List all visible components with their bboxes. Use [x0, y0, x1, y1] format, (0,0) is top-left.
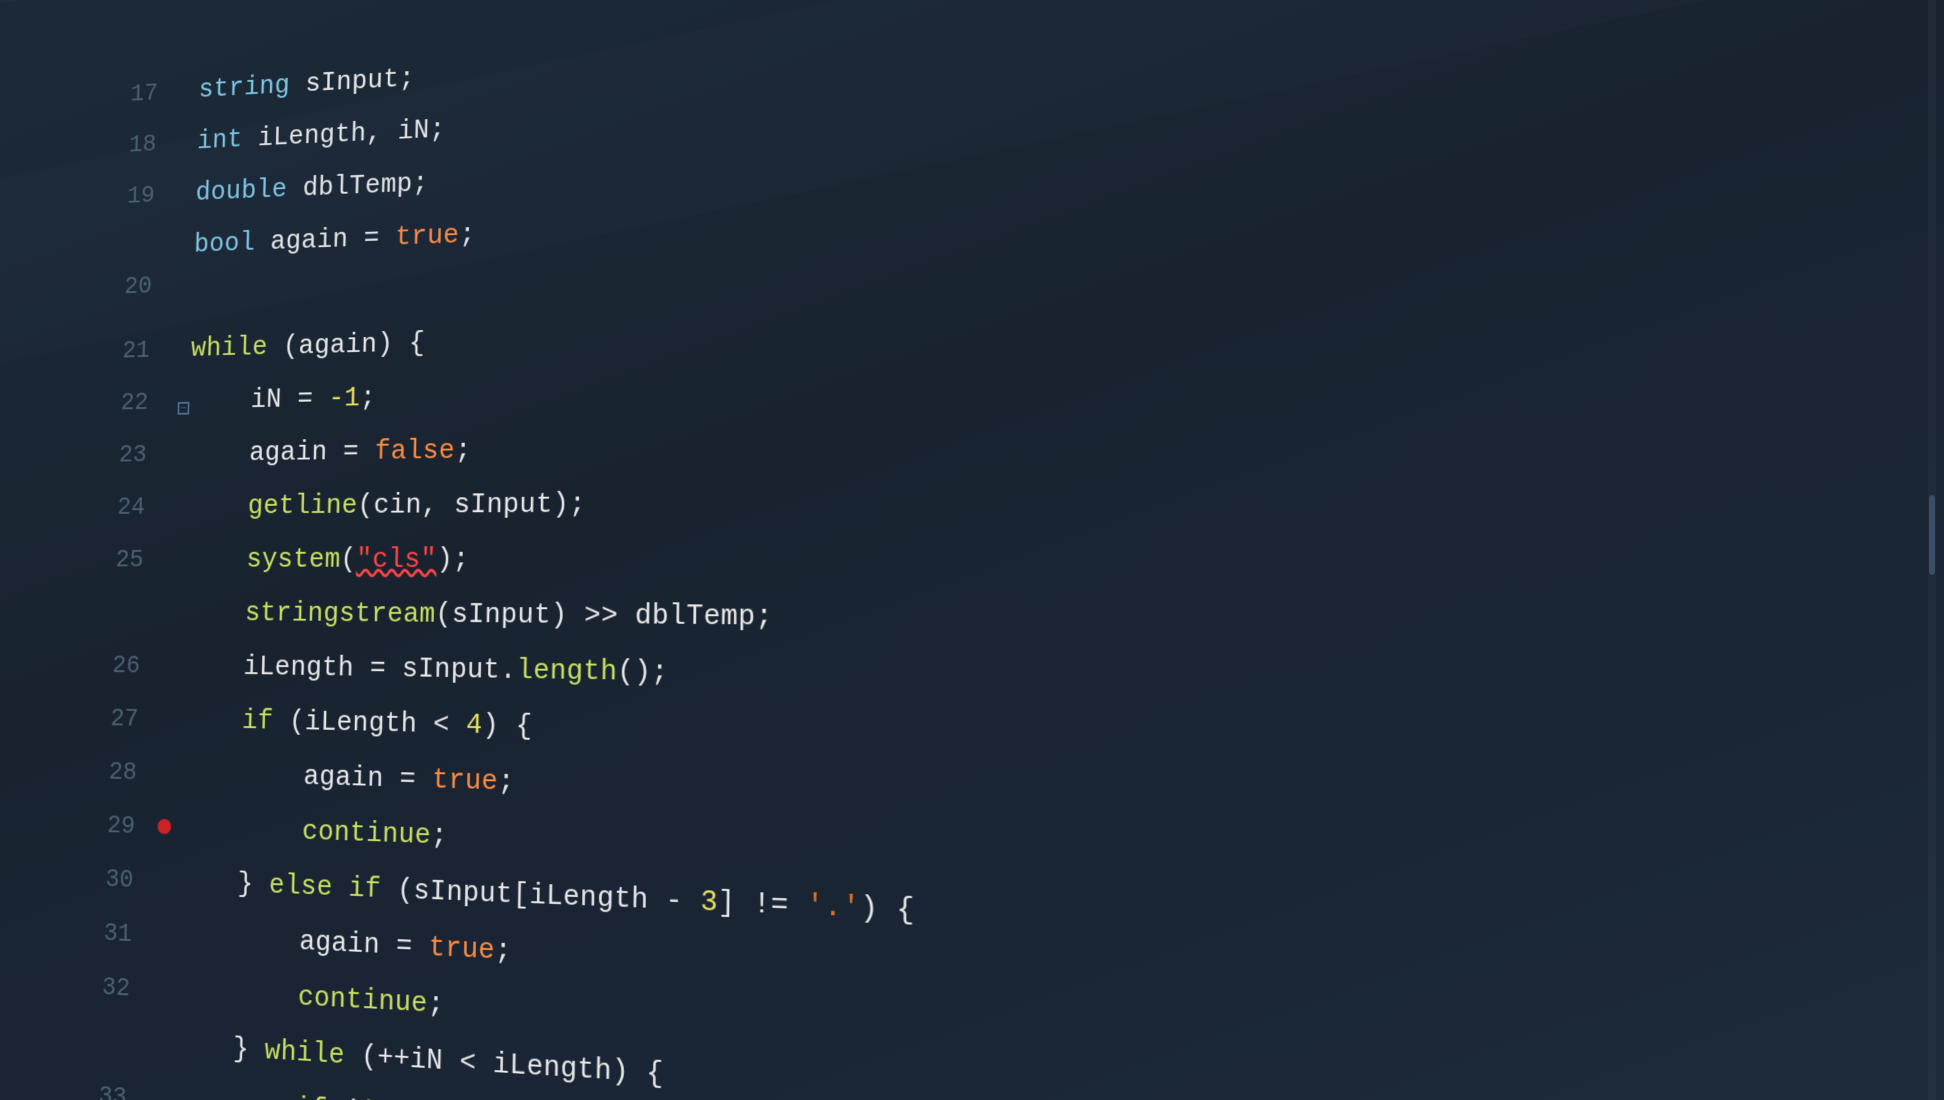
breakpoint-29[interactable]: [157, 819, 171, 834]
gutter-19b: [169, 252, 194, 253]
line-number-28: 28: [87, 758, 154, 788]
line-number-33: 33: [76, 1081, 144, 1100]
fold-icon-22[interactable]: —: [178, 402, 190, 415]
line-number-17: 17: [109, 79, 175, 110]
gutter-27: [155, 726, 180, 727]
line-number-32b: [78, 1047, 145, 1051]
line-number-30: 30: [83, 865, 150, 896]
line-number-25b: [92, 619, 158, 620]
line-number-19: 19: [105, 181, 171, 211]
code-line-25: 25 system("cls");: [93, 530, 1944, 595]
gutter-32: [147, 996, 172, 997]
line-number-18: 18: [107, 130, 173, 160]
gutter-30: [150, 888, 175, 889]
line-number-25: 25: [94, 546, 161, 574]
gutter-31: [148, 942, 173, 943]
line-number-26: 26: [90, 652, 157, 681]
line-number-19b: [104, 253, 169, 255]
code-editor: 17 string sInput; 18 int iLength, iN; 19…: [0, 0, 1944, 1100]
gutter-29: [152, 819, 178, 835]
line-number-27: 27: [88, 705, 155, 735]
scrollbar-thumb: [1929, 495, 1935, 575]
line-number-23: 23: [97, 441, 164, 470]
line-number-20: 20: [102, 272, 168, 302]
code-area: 17 string sInput; 18 int iLength, iN; 19…: [78, 0, 1944, 1100]
gutter-21: [166, 356, 191, 357]
line-number-29: 29: [85, 811, 152, 842]
code-container: 17 string sInput; 18 int iLength, iN; 19…: [70, 0, 1944, 1100]
gutter-17: [174, 97, 199, 98]
gutter-19: [171, 200, 196, 201]
line-number-31: 31: [81, 918, 149, 950]
gutter-28: [153, 780, 178, 781]
gutter-32b: [145, 1051, 170, 1053]
line-number-24: 24: [95, 494, 162, 522]
line-content-25: system("cls");: [184, 530, 1944, 595]
gutter-18: [172, 148, 197, 149]
gutter-20: [168, 291, 193, 292]
line-number-21: 21: [100, 337, 166, 366]
scrollbar[interactable]: [1928, 0, 1936, 1100]
line-number-22: 22: [99, 389, 165, 418]
line-number-32: 32: [80, 972, 148, 1005]
